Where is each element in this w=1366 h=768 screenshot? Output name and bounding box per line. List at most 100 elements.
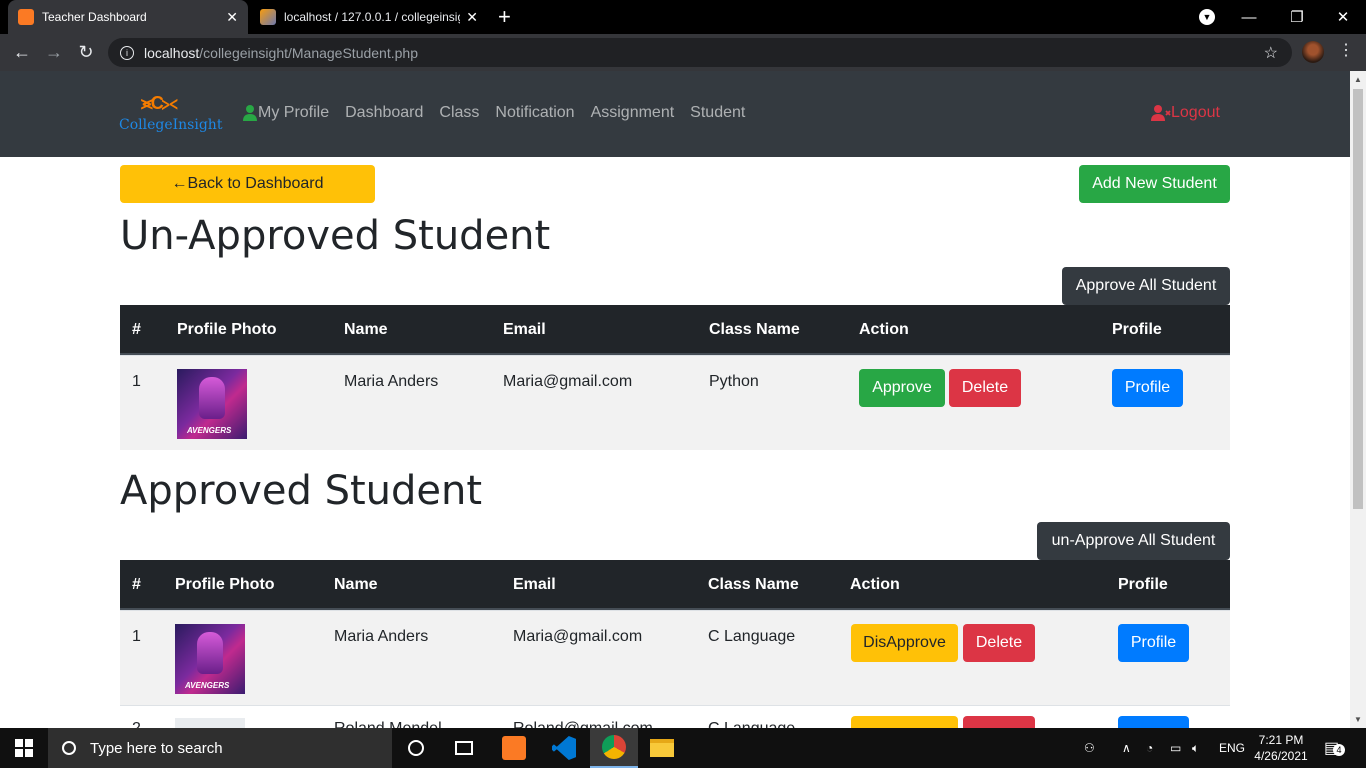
back-button-label: Back to Dashboard xyxy=(187,175,324,192)
nav-item-assignment[interactable]: Assignment xyxy=(591,104,675,122)
page-viewport: ⪤C⪥ CollegeInsight My Profile Dashboard … xyxy=(0,71,1350,728)
brand-logo[interactable]: ⪤C⪥ CollegeInsight xyxy=(119,93,222,135)
browser-tab-strip: Teacher Dashboard ✕ localhost / 127.0.0.… xyxy=(0,0,1366,34)
nav-links: My Profile Dashboard Class Notification … xyxy=(243,104,745,122)
delete-button[interactable] xyxy=(963,716,1035,728)
windows-start-icon[interactable] xyxy=(0,728,48,768)
address-bar[interactable]: i localhost/collegeinsight/ManageStudent… xyxy=(108,38,1292,67)
profile-button[interactable]: Profile xyxy=(1112,369,1183,407)
vscode-app-icon[interactable] xyxy=(540,728,588,768)
page-scrollbar[interactable]: ▲ ▼ xyxy=(1350,71,1366,728)
bookmark-star-icon[interactable]: ☆ xyxy=(1264,43,1278,63)
notification-count: 4 xyxy=(1333,744,1345,756)
profile-button[interactable]: Profile xyxy=(1118,624,1189,662)
col-header: Class Name xyxy=(709,321,800,338)
row-number: 2 xyxy=(132,720,141,728)
photo-caption: AVENGERS xyxy=(187,426,232,435)
class-name: C Language xyxy=(708,720,795,728)
url-host: localhost xyxy=(144,44,200,61)
nav-item-my-profile[interactable]: My Profile xyxy=(243,104,329,122)
taskbar-clock[interactable]: 7:21 PM 4/26/2021 xyxy=(1248,732,1314,764)
tab-search-icon[interactable]: ▼ xyxy=(1199,9,1215,25)
table-header: # Profile Photo Name Email Class Name Ac… xyxy=(120,305,1230,355)
taskbar-search-box[interactable]: Type here to search xyxy=(48,728,392,768)
file-explorer-icon[interactable] xyxy=(638,728,686,768)
add-new-student-button[interactable]: Add New Student xyxy=(1079,165,1230,203)
profile-button[interactable] xyxy=(1118,716,1189,728)
scroll-down-icon[interactable]: ▼ xyxy=(1354,715,1362,724)
profile-photo: AVENGERS xyxy=(177,369,247,439)
table-row: 1 AVENGERS Maria Anders Maria@gmail.com … xyxy=(120,610,1230,705)
phpmyadmin-favicon-icon xyxy=(260,9,276,25)
window-close-icon[interactable]: ✕ xyxy=(1320,0,1366,34)
action-center-icon[interactable]: ▤ 4 xyxy=(1324,728,1345,768)
approved-heading: Approved Student xyxy=(120,468,483,514)
tab-teacher-dashboard[interactable]: Teacher Dashboard ✕ xyxy=(8,0,248,34)
network-icon[interactable]: ◔ xyxy=(1146,728,1153,768)
unapproved-table: # Profile Photo Name Email Class Name Ac… xyxy=(120,305,1230,450)
nav-item-class[interactable]: Class xyxy=(439,104,479,122)
close-tab-icon[interactable]: ✕ xyxy=(466,9,478,26)
col-header: Class Name xyxy=(708,576,799,593)
task-view-icon[interactable] xyxy=(440,728,488,768)
photo-caption: AVENGERS xyxy=(185,681,230,690)
arrow-left-icon: ← xyxy=(171,175,188,192)
browser-menu-icon[interactable]: ⋮ xyxy=(1338,40,1354,60)
cortana-icon[interactable] xyxy=(392,728,440,768)
table-row: 2 Roland Mendel Roland@gmail.com C Langu… xyxy=(120,705,1230,728)
profile-photo: AVENGERS xyxy=(175,624,245,694)
nav-item-dashboard[interactable]: Dashboard xyxy=(345,104,423,122)
clock-time: 7:21 PM xyxy=(1258,733,1304,747)
new-tab-icon[interactable]: + xyxy=(498,4,511,30)
volume-icon[interactable]: 🔈︎ xyxy=(1192,728,1199,768)
site-info-icon[interactable]: i xyxy=(120,45,134,60)
delete-button[interactable]: Delete xyxy=(949,369,1021,407)
student-email: Maria@gmail.com xyxy=(503,373,633,390)
back-to-dashboard-button[interactable]: ← Back to Dashboard xyxy=(120,165,375,203)
browser-toolbar: ← → ↻ i localhost/collegeinsight/ManageS… xyxy=(0,34,1366,71)
nav-item-student[interactable]: Student xyxy=(690,104,745,122)
unapprove-all-button[interactable]: un-Approve All Student xyxy=(1037,522,1230,560)
unapproved-heading: Un-Approved Student xyxy=(120,213,551,259)
approved-table: # Profile Photo Name Email Class Name Ac… xyxy=(120,560,1230,728)
forward-arrow-icon[interactable]: → xyxy=(42,40,66,64)
clock-date: 4/26/2021 xyxy=(1254,749,1308,763)
xampp-app-icon[interactable] xyxy=(490,728,538,768)
col-header: Profile xyxy=(1118,576,1168,593)
people-icon[interactable]: ⚇ xyxy=(1084,728,1095,768)
tab-title: Teacher Dashboard xyxy=(42,10,147,24)
profile-photo xyxy=(175,718,245,728)
minimize-icon[interactable]: — xyxy=(1226,0,1272,34)
tab-phpmyadmin[interactable]: localhost / 127.0.0.1 / collegeinsight ✕ xyxy=(250,0,488,34)
table-row: 1 AVENGERS Maria Anders Maria@gmail.com … xyxy=(120,355,1230,450)
browser-profile-avatar[interactable] xyxy=(1302,41,1324,63)
class-name: C Language xyxy=(708,628,796,645)
col-header: # xyxy=(132,321,141,338)
reload-icon[interactable]: ↻ xyxy=(74,40,98,64)
class-name: Python xyxy=(709,373,759,390)
col-header: Profile Photo xyxy=(177,321,277,338)
battery-icon[interactable]: ▭ xyxy=(1170,728,1181,768)
disapprove-button[interactable] xyxy=(851,716,958,728)
col-header: Action xyxy=(850,576,900,593)
site-navbar: ⪤C⪥ CollegeInsight My Profile Dashboard … xyxy=(0,71,1350,157)
url-path: /collegeinsight/ManageStudent.php xyxy=(199,44,418,61)
col-header: Name xyxy=(344,321,388,338)
show-hidden-icons-icon[interactable]: ∧ xyxy=(1122,728,1131,768)
approve-all-button[interactable]: Approve All Student xyxy=(1062,267,1230,305)
delete-button[interactable]: Delete xyxy=(963,624,1035,662)
approve-button[interactable]: Approve xyxy=(859,369,945,407)
scroll-up-icon[interactable]: ▲ xyxy=(1354,75,1362,84)
restore-icon[interactable]: ❐ xyxy=(1274,0,1320,34)
logout-link[interactable]: Logout xyxy=(1151,104,1220,122)
nav-item-notification[interactable]: Notification xyxy=(495,104,574,122)
scrollbar-thumb[interactable] xyxy=(1353,89,1363,509)
chrome-app-icon[interactable] xyxy=(590,728,638,768)
language-indicator[interactable]: ENG xyxy=(1219,728,1245,768)
back-arrow-icon[interactable]: ← xyxy=(10,40,34,64)
disapprove-button[interactable]: DisApprove xyxy=(851,624,958,662)
brand-mark-icon: ⪤C⪥ xyxy=(141,93,178,113)
close-tab-icon[interactable]: ✕ xyxy=(226,9,238,26)
table-header: # Profile Photo Name Email Class Name Ac… xyxy=(120,560,1230,610)
student-name: Roland Mendel xyxy=(334,720,442,728)
